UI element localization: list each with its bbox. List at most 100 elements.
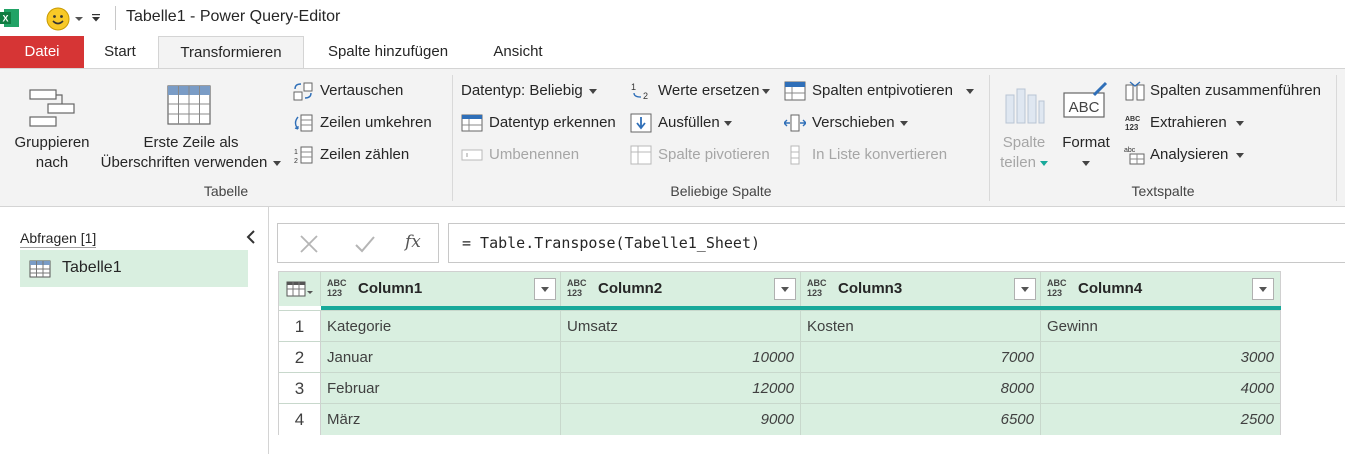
table-cell[interactable]: Februar	[321, 373, 561, 404]
ribbon: Gruppieren nach Erste Zeile als Überschr…	[0, 68, 1345, 207]
svg-text:1: 1	[294, 149, 298, 156]
table-menu-corner[interactable]	[279, 272, 321, 306]
table-cell[interactable]: Kategorie	[321, 311, 561, 342]
row-number[interactable]: 3	[279, 373, 321, 404]
chevron-down-icon	[588, 88, 597, 94]
table-cell[interactable]: 4000	[1041, 373, 1280, 404]
column-header-column2[interactable]: ABC 123 Column2	[561, 272, 801, 306]
type-any-icon: ABC 123	[327, 278, 347, 298]
table-cell[interactable]: 2500	[1041, 404, 1280, 435]
erste-zeile-als-ueberschriften-button[interactable]: Erste Zeile als Überschriften verwenden	[96, 81, 286, 177]
excel-icon: X	[0, 9, 19, 27]
type-badge-top: ABC	[807, 278, 827, 288]
group-label-textspalte: Textspalte	[1131, 183, 1195, 199]
format-button[interactable]: ABC Format	[1058, 81, 1114, 177]
table-cell[interactable]: 12000	[561, 373, 801, 404]
type-badge-top: ABC	[327, 278, 347, 288]
tab-transformieren[interactable]: Transformieren	[158, 36, 304, 69]
chevron-down-icon	[1082, 160, 1090, 166]
check-icon[interactable]	[354, 234, 376, 254]
format-caret-wrap	[1058, 153, 1114, 173]
convert-to-list-icon	[790, 145, 800, 165]
table-cell[interactable]: 10000	[561, 342, 801, 373]
spalte-teilen-button[interactable]: Spalte teilen	[996, 81, 1052, 177]
table-cell[interactable]: 7000	[801, 342, 1041, 373]
fx-icon[interactable]: fx	[405, 232, 421, 252]
chevron-down-icon	[1236, 153, 1244, 158]
svg-text:ABC: ABC	[1069, 99, 1100, 116]
filter-dropdown-icon[interactable]	[1252, 278, 1274, 300]
chevron-down-icon	[900, 121, 908, 126]
unpivot-columns-icon	[784, 81, 806, 101]
extract-icon: ABC 123	[1125, 116, 1140, 132]
format-label: Format	[1058, 133, 1114, 173]
table-cell[interactable]: 6500	[801, 404, 1041, 435]
type-any-icon: ABC 123	[807, 278, 827, 298]
customize-quick-access-icon[interactable]	[90, 12, 102, 24]
extrahieren-label: Extrahieren	[1150, 114, 1227, 131]
chevron-left-icon[interactable]	[244, 229, 258, 245]
filter-dropdown-icon[interactable]	[534, 278, 556, 300]
close-icon[interactable]	[298, 234, 320, 254]
column-header-label: Column3	[838, 280, 903, 297]
queries-title[interactable]: Abfragen [1]	[20, 230, 97, 248]
title-separator	[115, 6, 116, 30]
spalte-teilen-label-line2-wrap: teilen	[996, 153, 1052, 173]
group-by-icon	[29, 89, 75, 127]
svg-text:123: 123	[1125, 123, 1139, 132]
query-item-tabelle1[interactable]: Tabelle1	[20, 250, 248, 287]
type-badge-bottom: 123	[1047, 288, 1063, 298]
svg-text:2: 2	[643, 91, 648, 101]
reverse-rows-icon	[294, 114, 313, 132]
table-cell[interactable]: Gewinn	[1041, 311, 1280, 342]
erste-zeile-label-line2-wrap: Überschriften verwenden	[96, 153, 286, 173]
column-header-column4[interactable]: ABC 123 Column4	[1041, 272, 1280, 306]
tab-start[interactable]: Start	[88, 36, 152, 68]
smiley-feedback-icon[interactable]	[46, 7, 70, 31]
chevron-down-icon	[1236, 121, 1244, 126]
table-cell[interactable]: Januar	[321, 342, 561, 373]
formula-input[interactable]: = Table.Transpose(Tabelle1_Sheet)	[448, 223, 1345, 263]
type-badge-bottom: 123	[567, 288, 583, 298]
group-label-beliebige-spalte: Beliebige Spalte	[670, 183, 772, 199]
datentyp-erkennen-label: Datentyp erkennen	[489, 114, 616, 131]
umbenennen-label: Umbenennen	[489, 146, 580, 163]
type-badge-top: ABC	[567, 278, 587, 288]
chevron-down-icon	[1039, 160, 1048, 166]
column-header-column1[interactable]: ABC 123 Column1	[321, 272, 561, 306]
transpose-icon	[293, 82, 313, 101]
table-cell[interactable]: Umsatz	[561, 311, 801, 342]
row-number[interactable]: 4	[279, 404, 321, 435]
zeilen-zaehlen-label: Zeilen zählen	[320, 146, 410, 163]
row-number[interactable]: 1	[279, 311, 321, 342]
gruppieren-button[interactable]: Gruppieren nach	[8, 81, 96, 177]
tab-datei[interactable]: Datei	[0, 36, 84, 68]
row-number[interactable]: 2	[279, 342, 321, 373]
svg-text:2: 2	[294, 158, 298, 165]
title-bar: X Tabelle1 - Power Query-Editor	[0, 0, 1345, 36]
table-cell[interactable]: Kosten	[801, 311, 1041, 342]
spalten-zusammenfuehren-label: Spalten zusammenführen	[1150, 82, 1321, 99]
ribbon-tabs: Datei Start Transformieren Spalte hinzuf…	[0, 36, 1345, 69]
table-cell[interactable]: 9000	[561, 404, 801, 435]
quick-access-dropdown-icon[interactable]	[74, 14, 84, 24]
table-cell[interactable]: 8000	[801, 373, 1041, 404]
filter-dropdown-icon[interactable]	[1014, 278, 1036, 300]
formula-text: = Table.Transpose(Tabelle1_Sheet)	[462, 234, 761, 252]
column-header-label: Column1	[358, 280, 423, 297]
verschieben-label: Verschieben	[812, 114, 895, 131]
svg-text:1: 1	[631, 82, 636, 92]
window-title: Tabelle1 - Power Query-Editor	[126, 8, 341, 25]
filter-dropdown-icon[interactable]	[774, 278, 796, 300]
table-cell[interactable]: 3000	[1041, 342, 1280, 373]
parse-icon: abc	[1124, 147, 1145, 165]
tab-ansicht[interactable]: Ansicht	[476, 36, 560, 68]
table-cell[interactable]: März	[321, 404, 561, 435]
split-column-icon	[1005, 88, 1045, 124]
tab-spalte-hinzufuegen[interactable]: Spalte hinzufügen	[310, 36, 466, 68]
erste-zeile-label: Erste Zeile als Überschriften verwenden	[96, 133, 286, 173]
column-header-column3[interactable]: ABC 123 Column3	[801, 272, 1041, 306]
svg-text:ABC: ABC	[1125, 116, 1140, 123]
datentyp-dropdown[interactable]: Datentyp: Beliebig	[461, 82, 597, 104]
move-column-icon	[784, 114, 806, 132]
